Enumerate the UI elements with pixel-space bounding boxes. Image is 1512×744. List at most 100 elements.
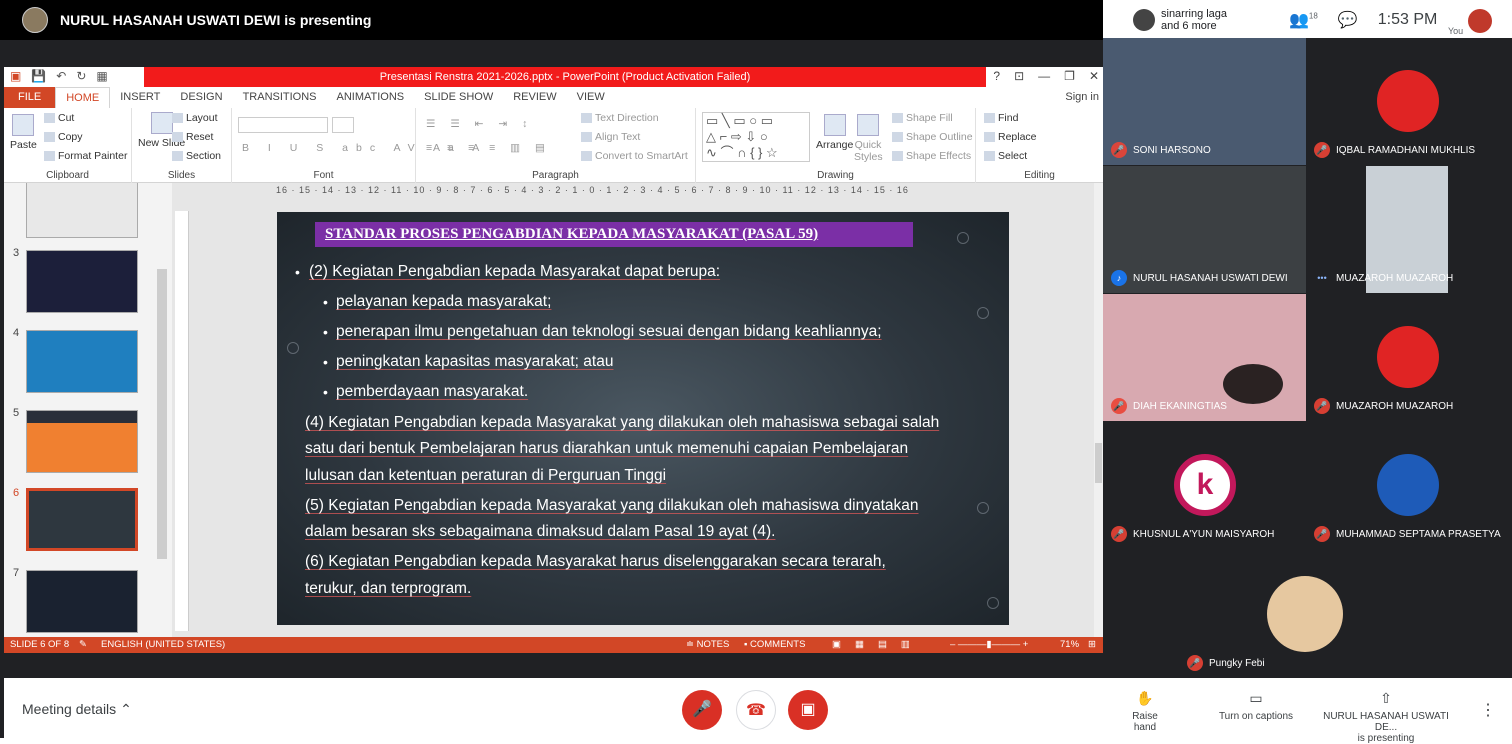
microphone-off-button[interactable]: 🎤: [682, 690, 722, 730]
camera-off-button[interactable]: ▣: [788, 690, 828, 730]
layout-button[interactable]: Layout: [172, 112, 218, 124]
zoom-slider[interactable]: – ———▮——— +: [950, 637, 1028, 653]
help-icon[interactable]: ?: [993, 69, 1000, 83]
circuit-decoration: [957, 232, 969, 244]
paste-button[interactable]: Paste: [10, 114, 37, 151]
copy-button[interactable]: Copy: [44, 131, 83, 143]
tab-slide-show[interactable]: SLIDE SHOW: [414, 87, 503, 108]
ribbon-tabs: FILE HOME INSERT DESIGN TRANSITIONS ANIM…: [4, 87, 1103, 108]
arrange-button[interactable]: Arrange: [816, 114, 853, 151]
tab-view[interactable]: VIEW: [567, 87, 615, 108]
drawing-label: Drawing: [817, 170, 854, 181]
participant-name: DIAH EKANINGTIAS: [1133, 401, 1227, 412]
people-icon[interactable]: 👥18: [1289, 10, 1318, 30]
meeting-details-button[interactable]: Meeting details ⌃: [22, 701, 132, 718]
current-slide[interactable]: STANDAR PROSES PENGABDIAN KEPADA MASYARA…: [277, 212, 1009, 625]
mic-off-icon: 🎤: [1111, 398, 1127, 414]
outline-icon: [892, 132, 903, 143]
mic-off-icon: 🎤: [1111, 142, 1127, 158]
thumb-number: 3: [13, 247, 20, 259]
close-icon[interactable]: ✕: [1089, 69, 1099, 83]
participants-summary[interactable]: sinarring laga and 6 more: [1161, 8, 1251, 32]
scrollbar-thumb[interactable]: [157, 269, 167, 559]
section-button[interactable]: Section: [172, 150, 221, 162]
participant-tile[interactable]: 🎤 Pungky Febi: [1179, 550, 1433, 678]
cut-button[interactable]: Cut: [44, 112, 74, 124]
save-icon[interactable]: 💾: [31, 69, 46, 83]
shapes-gallery[interactable]: ▭ ╲ ▭ ○ ▭ △ ⌐ ⇨ ⇩ ○ ∿ ⌒ ∩ { } ☆: [702, 112, 810, 162]
participant-tile[interactable]: k 🎤 KHUSNUL A'YUN MAISYAROH: [1103, 422, 1306, 549]
more-options-icon[interactable]: ⋮: [1480, 700, 1496, 720]
thumb-number: 4: [13, 327, 20, 339]
ribbon-display-icon[interactable]: ⊡: [1014, 69, 1024, 83]
notes-button[interactable]: ≐ NOTES: [686, 637, 729, 653]
select-button[interactable]: Select: [984, 150, 1027, 162]
more-options-icon: •••: [1317, 273, 1327, 283]
slide-thumbnail[interactable]: [26, 183, 138, 238]
slide-thumbnail[interactable]: [26, 250, 138, 313]
hand-icon: ✋: [1136, 690, 1154, 706]
shape-fill-button[interactable]: Shape Fill: [892, 112, 953, 124]
raise-hand-button[interactable]: ✋ Raise hand: [1120, 690, 1170, 733]
slide-thumbnail[interactable]: [26, 330, 138, 393]
comments-button[interactable]: ▪ COMMENTS: [744, 637, 805, 653]
tab-review[interactable]: REVIEW: [503, 87, 566, 108]
shape-outline-button[interactable]: Shape Outline: [892, 131, 973, 143]
slide-scrollbar[interactable]: [1094, 183, 1103, 637]
participant-tile[interactable]: 🎤 SONI HARSONO: [1103, 38, 1306, 165]
participant-tile[interactable]: 🎤 DIAH EKANINGTIAS: [1103, 294, 1306, 421]
slide-title: STANDAR PROSES PENGABDIAN KEPADA MASYARA…: [315, 222, 913, 247]
redo-icon[interactable]: ↻: [76, 69, 86, 83]
tab-insert[interactable]: INSERT: [110, 87, 170, 108]
spellcheck-icon[interactable]: ✎: [79, 637, 87, 653]
tab-animations[interactable]: ANIMATIONS: [327, 87, 415, 108]
participant-tile[interactable]: 🎤 MUAZAROH MUAZAROH: [1306, 294, 1509, 421]
presenting-sub: is presenting: [1357, 733, 1415, 744]
view-buttons[interactable]: ▣▦▤▥: [832, 637, 924, 653]
tab-transitions[interactable]: TRANSITIONS: [233, 87, 327, 108]
language-status[interactable]: ENGLISH (UNITED STATES): [101, 637, 225, 653]
participant-tile[interactable]: 🎤 IQBAL RAMADHANI MUKHLIS: [1306, 38, 1509, 165]
fit-slide-icon[interactable]: ⊞: [1088, 637, 1096, 653]
restore-icon[interactable]: ❐: [1064, 69, 1075, 83]
thumbnails-scrollbar[interactable]: [156, 183, 168, 637]
slide-thumbnail[interactable]: [26, 570, 138, 633]
participant-tile[interactable]: ♪ NURUL HASANAH USWATI DEWI: [1103, 166, 1306, 293]
text-direction-button[interactable]: Text Direction: [581, 112, 659, 124]
present-icon[interactable]: ▦: [96, 69, 107, 83]
self-avatar[interactable]: [1468, 9, 1492, 33]
presenting-button[interactable]: ⇧ NURUL HASANAH USWATI DE... is presenting: [1316, 690, 1456, 744]
align-buttons[interactable]: ≡ ≡ ≡ ≡ ▥ ▤: [426, 142, 551, 154]
scrollbar-thumb[interactable]: [1095, 443, 1102, 483]
participant-video: [1223, 364, 1283, 404]
tab-home[interactable]: HOME: [55, 87, 111, 108]
font-size-select[interactable]: [332, 117, 354, 133]
chat-icon[interactable]: 💬: [1338, 10, 1358, 30]
shape-effects-button[interactable]: Shape Effects: [892, 150, 971, 162]
slide-thumbnail-selected[interactable]: [26, 488, 138, 551]
align-text-button[interactable]: Align Text: [581, 131, 640, 143]
align-text-label: Align Text: [595, 131, 641, 143]
minimize-icon[interactable]: —: [1038, 69, 1050, 83]
format-painter-button[interactable]: Format Painter: [44, 150, 127, 162]
zoom-level[interactable]: 71%: [1060, 637, 1079, 653]
presenting-name: NURUL HASANAH USWATI DE...: [1323, 711, 1449, 733]
captions-button[interactable]: ▭ Turn on captions: [1214, 690, 1298, 722]
tab-design[interactable]: DESIGN: [170, 87, 232, 108]
list-buttons[interactable]: ☰ ☰ ⇤ ⇥ ↕: [426, 118, 533, 130]
participant-tile[interactable]: 🎤 MUHAMMAD SEPTAMA PRASETYA: [1306, 422, 1509, 549]
slide-text: penerapan ilmu pengetahuan dan teknologi…: [336, 323, 882, 340]
reset-button[interactable]: Reset: [172, 131, 213, 143]
participant-tile[interactable]: ••• MUAZAROH MUAZAROH: [1306, 166, 1509, 293]
quick-styles-button[interactable]: Quick Styles: [854, 114, 883, 163]
presenting-banner-text: NURUL HASANAH USWATI DEWI is presenting: [60, 12, 372, 28]
leave-call-button[interactable]: ☎: [736, 690, 776, 730]
replace-button[interactable]: Replace: [984, 131, 1037, 143]
font-name-select[interactable]: [238, 117, 328, 133]
undo-icon[interactable]: ↶: [56, 69, 66, 83]
tab-file[interactable]: FILE: [4, 87, 56, 108]
slide-thumbnail[interactable]: [26, 410, 138, 473]
convert-smartart-button[interactable]: Convert to SmartArt: [581, 150, 688, 162]
sign-in-link[interactable]: Sign in: [1065, 87, 1099, 108]
find-button[interactable]: Find: [984, 112, 1018, 124]
